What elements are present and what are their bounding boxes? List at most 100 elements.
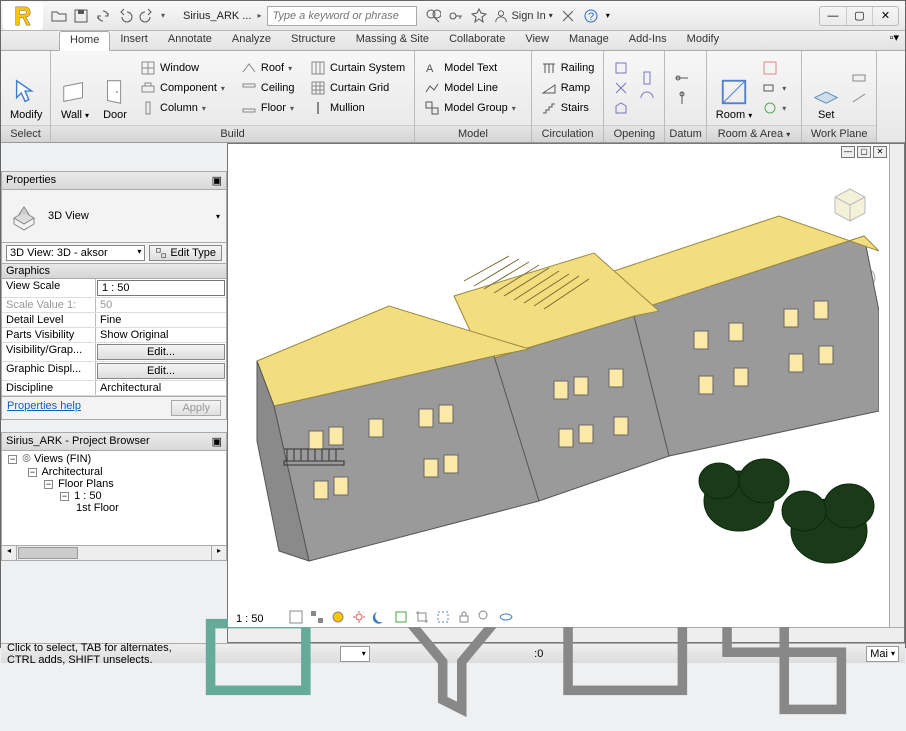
ramp-button[interactable]: Ramp <box>538 79 598 97</box>
tab-massing-site[interactable]: Massing & Site <box>346 31 439 50</box>
wall-button[interactable]: Wall ▾ <box>55 53 95 123</box>
project-browser-header[interactable]: Sirius_ARK - Project Browser ▣ <box>1 432 227 451</box>
model-text-button[interactable]: AModel Text <box>421 59 525 77</box>
datum-grid[interactable] <box>671 89 693 107</box>
model-group-button[interactable]: Model Group▾ <box>421 99 525 117</box>
tab-manage[interactable]: Manage <box>559 31 619 50</box>
vpbar-cropregion-icon[interactable] <box>435 609 451 625</box>
prop-detaillevel[interactable]: Fine <box>96 313 226 327</box>
tab-structure[interactable]: Structure <box>281 31 346 50</box>
qat-redo-icon[interactable] <box>139 8 155 24</box>
vpbar-shadows-icon[interactable] <box>372 609 388 625</box>
ceiling-button[interactable]: Ceiling <box>238 79 303 97</box>
opening-5[interactable] <box>636 89 658 107</box>
properties-header[interactable]: Properties ▣ <box>1 171 227 190</box>
apply-button[interactable]: Apply <box>171 400 221 416</box>
roof-button[interactable]: Roof▾ <box>238 59 303 77</box>
opening-2[interactable] <box>610 79 632 97</box>
instance-dropdown[interactable]: 3D View: 3D - aksor▾ <box>6 245 145 261</box>
prop-cat-graphics[interactable]: Graphics <box>2 263 226 279</box>
tab-addins[interactable]: Add-Ins <box>619 31 677 50</box>
signin-button[interactable]: Sign In ▾ <box>494 9 552 23</box>
set-workplane-button[interactable]: Set <box>806 53 846 123</box>
prop-visgraphics-edit[interactable]: Edit... <box>97 344 225 360</box>
floor-button[interactable]: Floor▾ <box>238 99 303 117</box>
tab-home[interactable]: Home <box>59 31 110 51</box>
tab-annotate[interactable]: Annotate <box>158 31 222 50</box>
tree-architectural[interactable]: − Architectural <box>4 466 224 478</box>
wp-ref[interactable] <box>848 89 870 107</box>
curtain-system-button[interactable]: Curtain System <box>307 59 408 77</box>
tab-analyze[interactable]: Analyze <box>222 31 281 50</box>
tab-view[interactable]: View <box>515 31 559 50</box>
vpbar-model-icon[interactable] <box>288 609 304 625</box>
roomarea-sep[interactable] <box>759 59 795 77</box>
qat-save-icon[interactable] <box>73 8 89 24</box>
vpbar-visual-icon[interactable] <box>330 609 346 625</box>
qat-dropdown-icon[interactable]: ▾ <box>161 8 171 24</box>
3d-viewport[interactable]: — ▢ ✕ <box>228 144 889 627</box>
roomarea-tag[interactable]: ▾ <box>759 79 795 97</box>
tab-insert[interactable]: Insert <box>110 31 158 50</box>
roomarea-area[interactable]: ▾ <box>759 99 795 117</box>
room-button[interactable]: Room ▾ <box>711 53 757 123</box>
minimize-button[interactable]: — <box>820 7 846 25</box>
edit-type-button[interactable]: Edit Type <box>149 245 222 261</box>
type-selector[interactable]: 3D View ▾ <box>2 190 226 242</box>
prop-graphicdisplay-edit[interactable]: Edit... <box>97 363 225 379</box>
infocenter-search-icon[interactable] <box>425 8 441 24</box>
key-icon[interactable] <box>448 8 464 24</box>
prop-partsvisibility[interactable]: Show Original <box>96 328 226 342</box>
tabs-overflow[interactable]: ▫▾ <box>884 31 905 50</box>
tree-floorplans[interactable]: − Floor Plans <box>4 478 224 490</box>
tab-collaborate[interactable]: Collaborate <box>439 31 515 50</box>
component-button[interactable]: Component▾ <box>137 79 234 97</box>
curtain-grid-button[interactable]: Curtain Grid <box>307 79 408 97</box>
prop-discipline[interactable]: Architectural <box>96 381 226 395</box>
opening-3[interactable] <box>610 99 632 117</box>
close-button[interactable]: ✕ <box>872 7 898 25</box>
vpbar-crop-icon[interactable] <box>414 609 430 625</box>
tree-views[interactable]: − ⦾ Views (FIN) <box>4 453 224 466</box>
railing-button[interactable]: Railing <box>538 59 598 77</box>
title-recent-dropdown[interactable]: ▸ <box>257 8 267 24</box>
model-line-button[interactable]: Model Line <box>421 79 525 97</box>
vpbar-render-icon[interactable] <box>393 609 409 625</box>
properties-help-link[interactable]: Properties help <box>7 400 81 416</box>
help-dropdown[interactable]: ▾ <box>606 11 610 20</box>
browser-close-icon[interactable]: ▣ <box>212 435 222 448</box>
door-button[interactable]: Door <box>95 53 135 123</box>
properties-close-icon[interactable]: ▣ <box>212 174 222 187</box>
prop-viewscale[interactable]: 1 : 50 <box>97 280 225 296</box>
maximize-button[interactable]: ▢ <box>846 7 872 25</box>
mullion-button[interactable]: Mullion <box>307 99 408 117</box>
vpbar-temp-icon[interactable] <box>477 609 493 625</box>
search-input[interactable] <box>267 6 417 26</box>
qat-open-icon[interactable] <box>51 8 67 24</box>
vpbar-sunpath-icon[interactable] <box>351 609 367 625</box>
browser-hscroll[interactable]: ◂▸ <box>1 546 227 561</box>
modify-button[interactable]: Modify <box>5 53 47 123</box>
vpbar-detail-icon[interactable] <box>309 609 325 625</box>
opening-1[interactable] <box>610 59 632 77</box>
exchange-icon[interactable] <box>560 8 576 24</box>
stairs-button[interactable]: Stairs <box>538 99 598 117</box>
tree-1stfloor[interactable]: 1st Floor <box>4 502 224 514</box>
datum-level[interactable] <box>671 69 693 87</box>
app-logo[interactable] <box>3 2 43 30</box>
qat-undo-icon[interactable] <box>117 8 133 24</box>
window-button[interactable]: Window <box>137 59 234 77</box>
qat-sync-icon[interactable] <box>95 8 111 24</box>
group-circulation-label: Circulation <box>532 125 604 142</box>
tree-150[interactable]: − 1 : 50 <box>4 490 224 502</box>
vpbar-lock-icon[interactable] <box>456 609 472 625</box>
viewport-vscroll[interactable] <box>889 144 904 627</box>
vpbar-reveal-icon[interactable] <box>498 609 514 625</box>
help-icon[interactable]: ? <box>583 8 599 24</box>
tab-modify[interactable]: Modify <box>677 31 729 50</box>
opening-4[interactable] <box>636 69 658 87</box>
star-icon[interactable] <box>471 8 487 24</box>
column-button[interactable]: Column▾ <box>137 99 234 117</box>
wp-show[interactable] <box>848 69 870 87</box>
view-scale-indicator[interactable]: 1 : 50 <box>236 613 264 625</box>
